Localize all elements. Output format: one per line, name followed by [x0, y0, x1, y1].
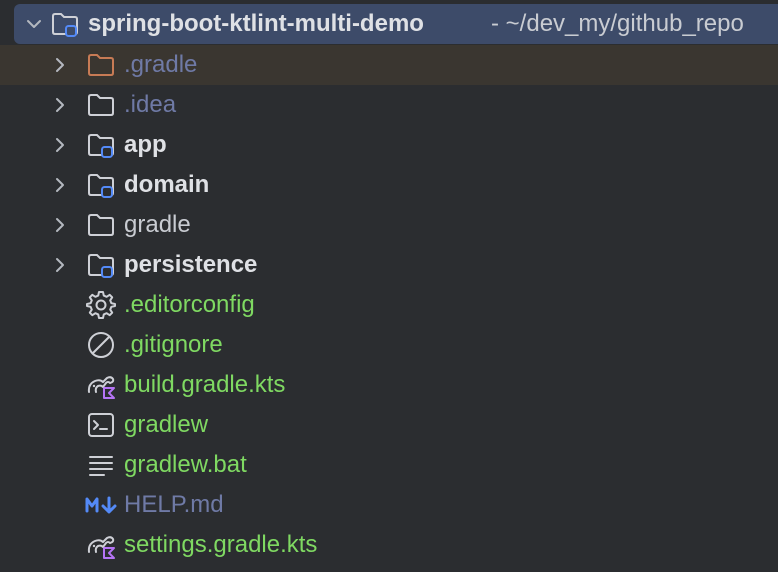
- folder-icon: [86, 50, 116, 80]
- gear-icon: [86, 290, 116, 320]
- chevron-right-icon[interactable]: [48, 173, 72, 197]
- chevron-right-icon[interactable]: [48, 253, 72, 277]
- ignore-icon: [86, 330, 116, 360]
- tree-label: persistence: [124, 251, 258, 278]
- text-lines-icon: [86, 450, 116, 480]
- folder-icon: [86, 210, 116, 240]
- tree-row-domain[interactable]: domain: [0, 165, 778, 205]
- chevron-right-icon[interactable]: [48, 133, 72, 157]
- tree-label: build.gradle.kts: [124, 371, 286, 398]
- tree-row-gradlew[interactable]: gradlew: [0, 405, 778, 445]
- tree-label: .gitignore: [124, 331, 223, 358]
- tree-row-settings-gradle-kts[interactable]: settings.gradle.kts: [0, 525, 778, 565]
- tree-row-editorconfig[interactable]: .editorconfig: [0, 285, 778, 325]
- markdown-icon: [84, 490, 120, 520]
- terminal-icon: [86, 410, 116, 440]
- tree-label: .gradle: [124, 51, 198, 78]
- chevron-right-icon[interactable]: [48, 213, 72, 237]
- tree-label: app: [124, 131, 167, 158]
- project-name: spring-boot-ktlint-multi-demo: [88, 10, 424, 37]
- module-folder-icon: [86, 250, 116, 280]
- module-folder-icon: [50, 9, 80, 39]
- tree-row-gradle[interactable]: gradle: [0, 205, 778, 245]
- tree-label: gradle: [124, 211, 191, 238]
- tree-label: domain: [124, 171, 210, 198]
- tree-row-app[interactable]: app: [0, 125, 778, 165]
- tree-row-gradlew-bat[interactable]: gradlew.bat: [0, 445, 778, 485]
- tree-label: HELP.md: [124, 491, 224, 518]
- tree-label: gradlew.bat: [124, 451, 247, 478]
- gradle-kotlin-icon: [86, 530, 116, 560]
- tree-row-persistence[interactable]: persistence: [0, 245, 778, 285]
- chevron-down-icon[interactable]: [22, 12, 46, 36]
- module-folder-icon: [86, 170, 116, 200]
- project-path: - ~/dev_my/github_repo: [491, 10, 744, 37]
- tree-label: .editorconfig: [124, 291, 255, 318]
- chevron-right-icon[interactable]: [48, 53, 72, 77]
- tree-row-build-gradle-kts[interactable]: build.gradle.kts: [0, 365, 778, 405]
- tree-row-project-root[interactable]: spring-boot-ktlint-multi-demo - ~/dev_my…: [14, 4, 778, 44]
- tree-label: .idea: [124, 91, 177, 118]
- module-folder-icon: [86, 130, 116, 160]
- tree-row-idea[interactable]: .idea: [0, 85, 778, 125]
- project-tree: spring-boot-ktlint-multi-demo - ~/dev_my…: [0, 0, 778, 572]
- folder-icon: [86, 90, 116, 120]
- chevron-right-icon[interactable]: [48, 93, 72, 117]
- tree-row-help-md[interactable]: HELP.md: [0, 485, 778, 525]
- tree-row-gitignore[interactable]: .gitignore: [0, 325, 778, 365]
- tree-label: gradlew: [124, 411, 209, 438]
- tree-label: settings.gradle.kts: [124, 531, 318, 558]
- tree-row-dot-gradle[interactable]: .gradle: [0, 45, 778, 85]
- gradle-kotlin-icon: [86, 370, 116, 400]
